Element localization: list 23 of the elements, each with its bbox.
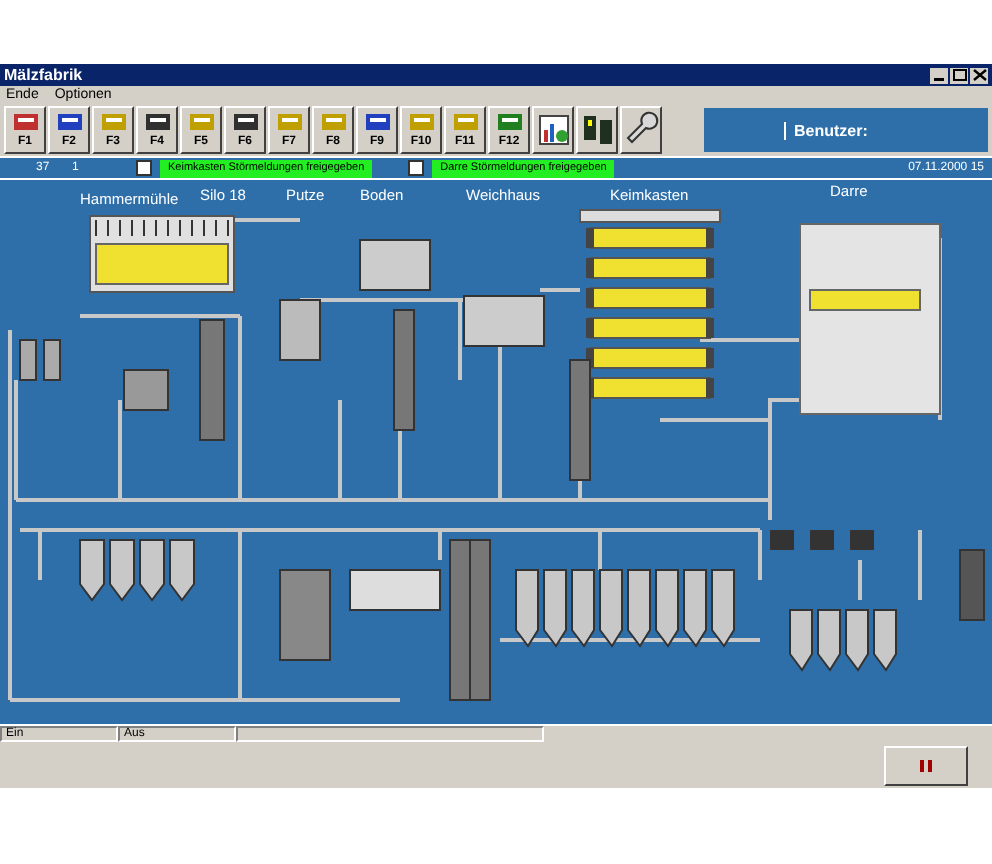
panel-icon — [493, 111, 525, 135]
close-icon[interactable] — [970, 67, 988, 83]
panel-icon — [97, 111, 129, 135]
panel-icon — [9, 111, 41, 135]
user-label: Benutzer: — [784, 121, 868, 139]
panel-icon — [273, 111, 305, 135]
checkbox[interactable] — [408, 160, 425, 176]
panel-icon — [229, 111, 261, 135]
chart-icon[interactable] — [532, 106, 574, 154]
wrench-icon[interactable] — [620, 106, 662, 154]
panel-icon — [449, 111, 481, 135]
panel-icon — [185, 111, 217, 135]
panel-icon — [361, 111, 393, 135]
minimize-icon[interactable] — [930, 67, 948, 83]
maximize-icon[interactable] — [950, 67, 968, 83]
pause-button[interactable] — [884, 745, 968, 785]
checkbox[interactable] — [136, 160, 152, 176]
pause-icon — [920, 759, 932, 771]
panel-icon — [405, 111, 437, 135]
panel-icon — [53, 111, 85, 135]
panel-icon — [141, 111, 173, 135]
panel-icon — [317, 111, 349, 135]
window-title: Mälzfabrik — [4, 66, 83, 84]
